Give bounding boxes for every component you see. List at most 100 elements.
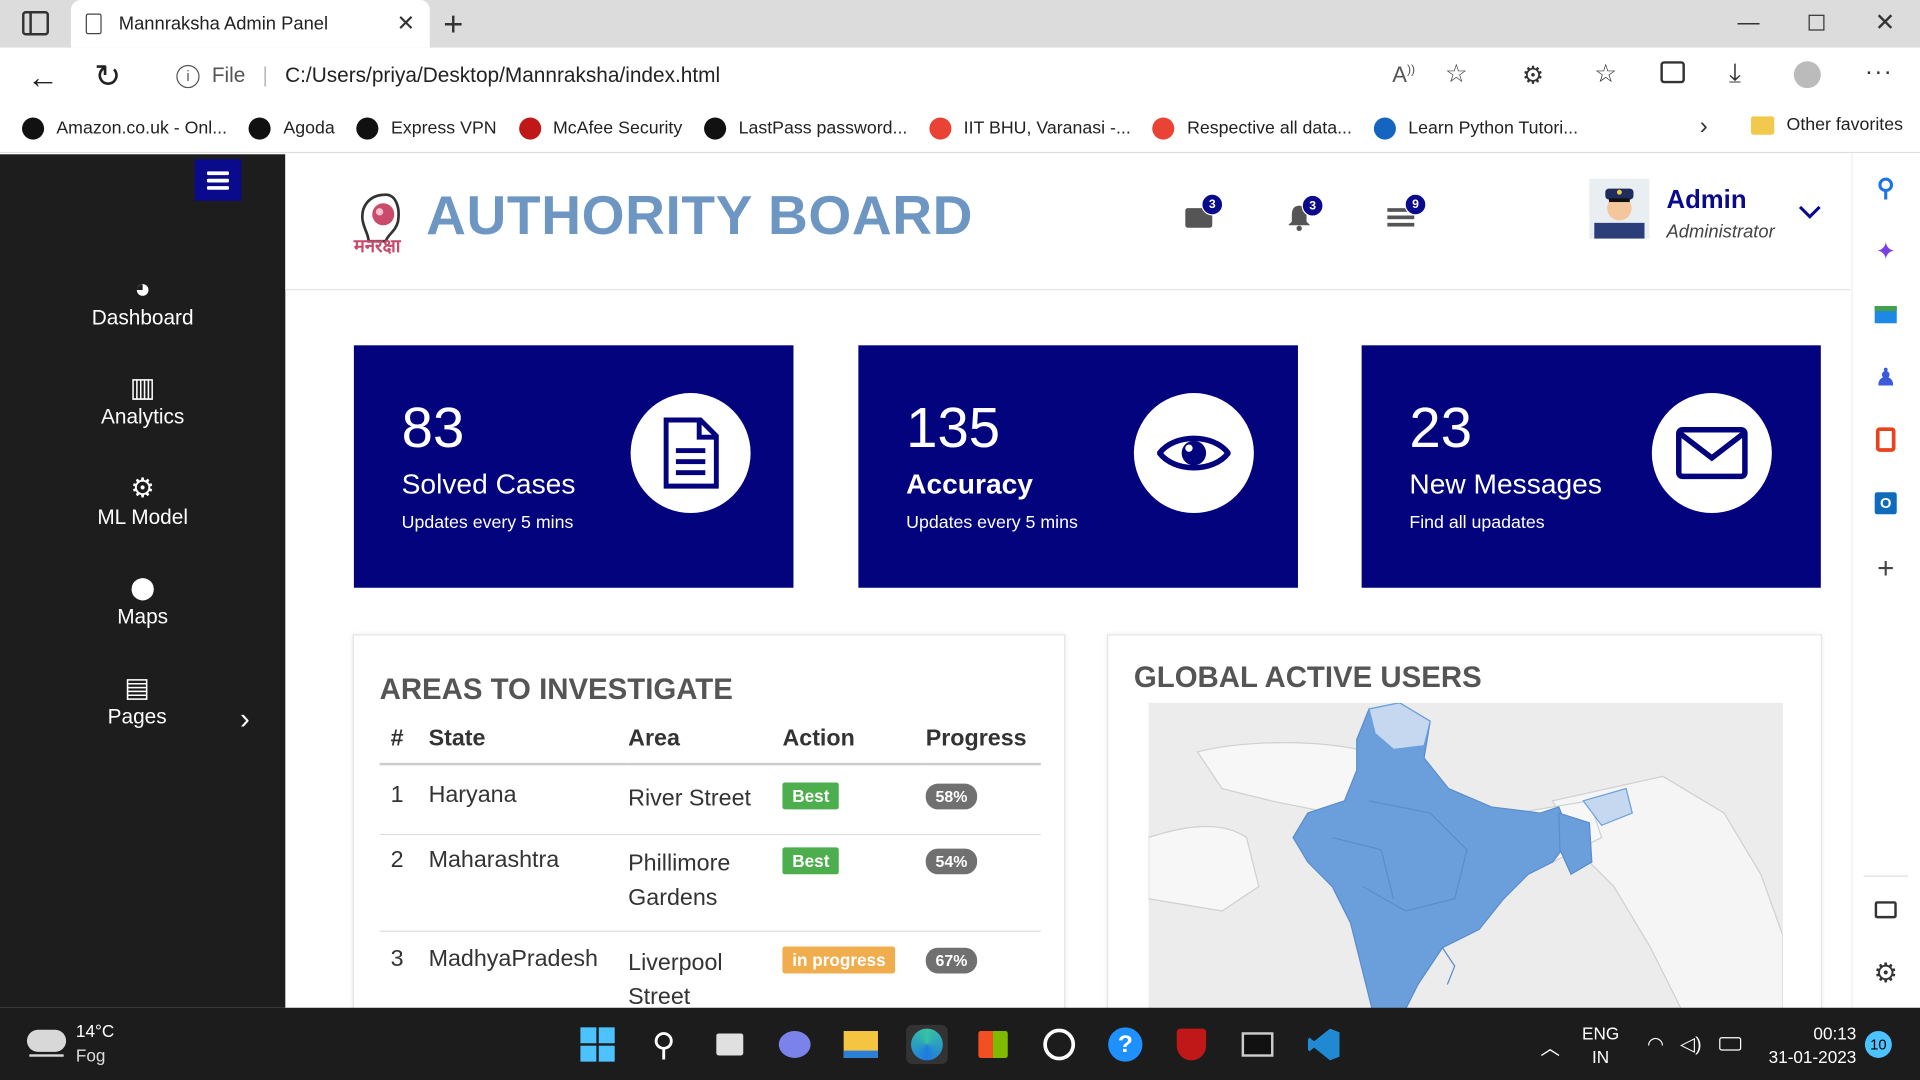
favorite-link[interactable]: LastPass password...: [704, 116, 907, 139]
column-header[interactable]: Action: [782, 726, 925, 764]
favorite-link[interactable]: Agoda: [249, 116, 335, 139]
stat-card-new-messages[interactable]: 23 New Messages Find all upadates: [1361, 345, 1821, 588]
action-badge[interactable]: Best: [782, 782, 840, 810]
sidebar-item-maps[interactable]: ⬤ Maps: [0, 571, 285, 630]
office-icon[interactable]: [1870, 424, 1902, 456]
eye-icon: [1133, 393, 1254, 514]
hide-sidebar-icon[interactable]: [1870, 894, 1902, 926]
volume-icon[interactable]: ◁): [1680, 1032, 1702, 1056]
favorite-link[interactable]: IIT BHU, Varanasi -...: [929, 116, 1131, 139]
table-row[interactable]: 2 Maharashtra Phillimore Gardens Best 54%: [379, 834, 1041, 932]
collections-icon[interactable]: [1660, 61, 1685, 84]
other-favorites[interactable]: Other favorites: [1751, 115, 1903, 135]
hamburger-icon: [206, 167, 229, 193]
tasks-list-icon[interactable]: 9: [1387, 193, 1427, 228]
close-tab-icon[interactable]: ✕: [397, 11, 415, 37]
close-window-button[interactable]: ✕: [1875, 7, 1896, 38]
stat-number: 83: [401, 395, 465, 460]
restore-button[interactable]: [1808, 14, 1825, 31]
pages-expand-chevron-icon[interactable]: ›: [240, 703, 250, 737]
vscode-icon[interactable]: [1303, 1025, 1345, 1064]
column-header[interactable]: Progress: [926, 726, 1041, 764]
sidebar-item-label: Pages: [107, 705, 167, 729]
envelope-icon: [1651, 393, 1772, 514]
mcafee-taskbar-icon[interactable]: [1171, 1025, 1213, 1064]
read-aloud-icon[interactable]: A)): [1392, 62, 1415, 88]
new-tab-button[interactable]: +: [443, 5, 463, 44]
notification-count-badge[interactable]: 10: [1864, 1031, 1892, 1058]
stat-card-solved-cases[interactable]: 83 Solved Cases Updates every 5 mins: [353, 345, 794, 588]
user-menu-chevron-icon[interactable]: [1798, 203, 1822, 223]
browser-tab[interactable]: Mannraksha Admin Panel ✕: [71, 0, 430, 48]
active-users-title: GLOBAL ACTIVE USERS: [1133, 661, 1482, 695]
action-badge[interactable]: Best: [782, 847, 840, 875]
tools-icon[interactable]: [1870, 299, 1902, 331]
tasks-badge: 9: [1404, 193, 1427, 216]
file-explorer-icon[interactable]: [840, 1025, 882, 1064]
games-icon[interactable]: ♟: [1870, 361, 1902, 393]
extensions-icon[interactable]: ⚙: [1522, 60, 1544, 91]
wifi-icon[interactable]: ◠: [1647, 1032, 1664, 1056]
investigate-table: # State Area Action Progress 1 Haryana River S…: [379, 726, 1041, 1025]
column-header[interactable]: #: [380, 726, 429, 764]
favorite-link[interactable]: McAfee Security: [518, 116, 682, 139]
action-badge[interactable]: in progress: [782, 946, 896, 974]
active-users-panel: GLOBAL ACTIVE USERS: [1106, 634, 1823, 1027]
app-launcher-icon[interactable]: [1038, 1025, 1080, 1064]
copilot-icon[interactable]: ✦: [1870, 235, 1902, 267]
user-avatar[interactable]: [1589, 178, 1650, 239]
investigate-panel: AREAS TO INVESTIGATE # State Area Action Pro…: [352, 634, 1066, 1027]
add-sidebar-icon[interactable]: +: [1870, 552, 1902, 585]
tray-overflow-icon[interactable]: ︿: [1540, 1031, 1560, 1060]
outlook-icon[interactable]: O: [1870, 487, 1902, 519]
back-arrow-icon[interactable]: ←: [27, 59, 59, 97]
sidebar-item-ml-model[interactable]: ⚙ ML Model: [0, 471, 285, 530]
favorite-link[interactable]: Express VPN: [356, 116, 497, 139]
favorite-link[interactable]: Respective all data...: [1152, 116, 1352, 139]
add-favorite-icon[interactable]: ☆: [1445, 59, 1468, 90]
clock[interactable]: 00:13 31-01-2023: [1763, 1022, 1857, 1069]
teams-chat-icon[interactable]: [774, 1025, 816, 1064]
input-language[interactable]: ENG IN: [1582, 1022, 1619, 1069]
start-button-icon[interactable]: [577, 1025, 619, 1064]
favorite-link[interactable]: Amazon.co.uk - Onl...: [22, 116, 227, 139]
sidebar-item-analytics[interactable]: ▥ Analytics: [0, 371, 285, 430]
battery-icon[interactable]: [1719, 1037, 1742, 1051]
terminal-icon[interactable]: [1237, 1025, 1279, 1064]
settings-gear-icon[interactable]: ⚙: [1870, 958, 1902, 990]
info-icon: i: [176, 64, 200, 88]
refresh-icon[interactable]: ↻: [94, 58, 121, 96]
sidebar-item-pages[interactable]: ▤ Pages: [0, 671, 274, 730]
stat-subtext: Updates every 5 mins: [906, 513, 1078, 533]
stat-card-accuracy[interactable]: 135 Accuracy Updates every 5 mins: [858, 345, 1298, 588]
column-header[interactable]: State: [429, 726, 629, 764]
favorite-link[interactable]: Learn Python Tutori...: [1373, 116, 1578, 139]
sidebar-item-dashboard[interactable]: ◕ Dashboard: [0, 272, 285, 331]
favorites-overflow-icon[interactable]: ›: [1700, 113, 1708, 141]
favorites-icon[interactable]: ☆: [1594, 59, 1617, 90]
help-icon[interactable]: ?: [1104, 1025, 1146, 1064]
tab-actions-icon[interactable]: [22, 11, 49, 36]
minimize-button[interactable]: —: [1738, 10, 1760, 36]
table-row[interactable]: 1 Haryana River Street Best 58%: [379, 764, 1041, 835]
menu-toggle-button[interactable]: [194, 159, 242, 201]
column-header[interactable]: Area: [628, 726, 782, 764]
edge-browser-icon[interactable]: [906, 1024, 948, 1065]
stat-label: Solved Cases: [401, 467, 576, 500]
store-icon[interactable]: [972, 1025, 1014, 1064]
hp-icon: [704, 116, 727, 139]
stat-label: Accuracy: [906, 467, 1033, 500]
india-map[interactable]: [1148, 702, 1783, 1022]
messages-icon[interactable]: 3: [1185, 193, 1224, 228]
downloads-icon[interactable]: ⤓: [1729, 58, 1741, 90]
task-view-icon[interactable]: [709, 1025, 751, 1064]
weather-widget[interactable]: 14°C Fog: [26, 1020, 137, 1069]
investigate-title: AREAS TO INVESTIGATE: [379, 673, 733, 707]
notifications-bell-icon[interactable]: 3: [1287, 194, 1324, 232]
address-bar[interactable]: i File | C:/Users/priya/Desktop/Mannraks…: [151, 53, 1492, 98]
more-menu-icon[interactable]: ···: [1865, 59, 1893, 87]
search-icon[interactable]: ⚲: [1870, 171, 1902, 203]
progress-pill: 67%: [925, 947, 978, 974]
taskbar-search-icon[interactable]: ⚲: [643, 1025, 685, 1064]
profile-icon[interactable]: [1793, 61, 1821, 89]
